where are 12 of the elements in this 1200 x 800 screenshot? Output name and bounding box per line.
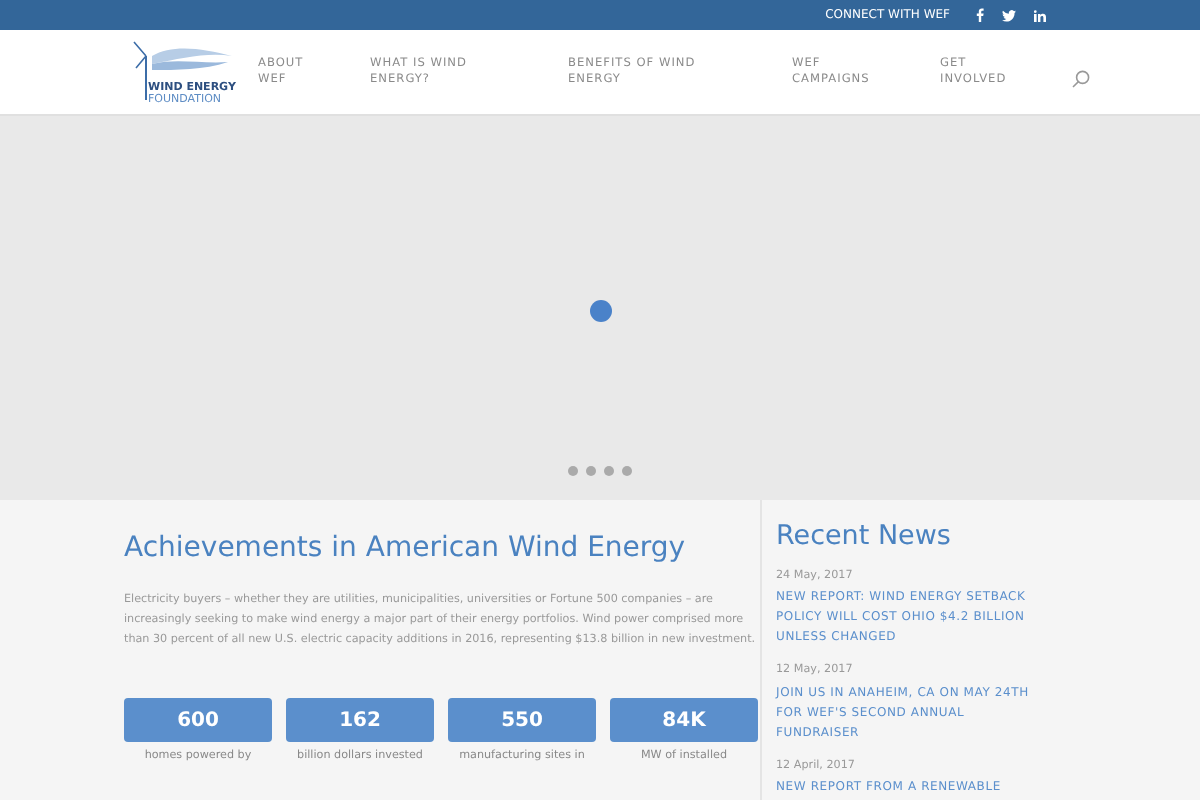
facebook-icon[interactable] [976,8,984,22]
stat-value: 600 [124,698,272,742]
section-title: Achievements in American Wind Energy [124,530,688,568]
loading-spinner-icon [589,300,611,322]
twitter-icon[interactable] [1002,9,1016,21]
sidebar-title: Recent News [776,518,953,554]
stat-value: 550 [448,698,596,742]
wind-turbine-logo-icon [132,40,236,100]
search-icon[interactable] [1072,69,1090,87]
stat-value: 162 [286,698,434,742]
linkedin-icon[interactable] [1034,9,1046,21]
stat-value: 84K [610,698,758,742]
